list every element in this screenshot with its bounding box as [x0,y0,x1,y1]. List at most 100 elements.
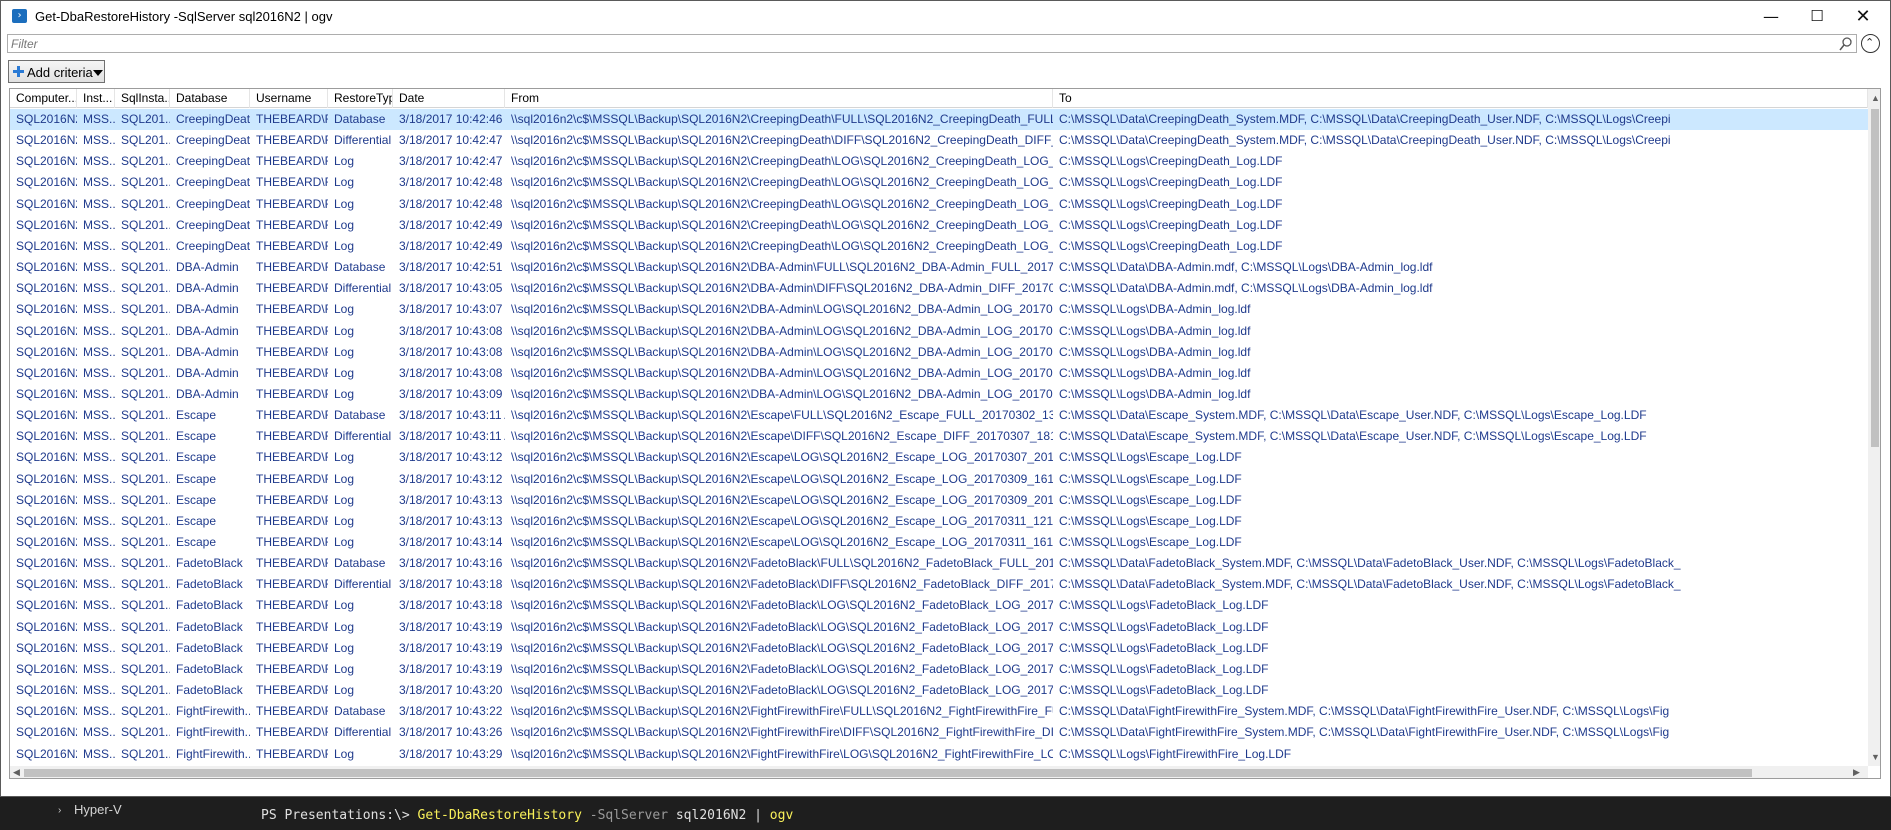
scroll-up-icon[interactable]: ▲ [1871,93,1880,103]
cell-from: \\sql2016n2\c$\MSSQL\Backup\SQL2016N2\DB… [511,344,1053,359]
table-row[interactable]: SQL2016N2 MSS... SQL201... CreepingDeath THE… [10,130,1868,151]
cell-username: THEBEARD\Rob [256,133,328,148]
cell-sqlinstance: SQL201... [121,598,170,613]
column-header-instance[interactable]: Inst... [77,89,115,108]
table-row[interactable]: SQL2016N2 MSS... SQL201... FadetoBlack THEBE… [10,553,1868,574]
cell-date: 3/18/2017 10:43:08 AM [399,323,505,338]
search-icon[interactable] [1838,36,1854,52]
cell-sqlinstance: SQL201... [121,175,170,190]
console-command-line: PS Presentations:\> Get-DbaRestoreHistor… [261,808,793,823]
table-row[interactable]: SQL2016N2 MSS... SQL201... Escape THEBEARD\R… [10,405,1868,426]
cell-to: C:\MSSQL\Logs\FadetoBlack_Log.LDF [1059,619,1269,634]
column-header-sqlinstance[interactable]: SqlInsta... [115,89,170,108]
table-row[interactable]: SQL2016N2 MSS... SQL201... Escape THEBEARD\R… [10,490,1868,511]
add-criteria-button[interactable]: Add criteria [8,60,105,83]
table-row[interactable]: SQL2016N2 MSS... SQL201... FightFirewith...… [10,701,1868,722]
table-row[interactable]: SQL2016N2 MSS... SQL201... DBA-Admin THEBEAR… [10,363,1868,384]
table-row[interactable]: SQL2016N2 MSS... SQL201... Escape THEBEARD\R… [10,469,1868,490]
table-row[interactable]: SQL2016N2 MSS... SQL201... CreepingDeath THE… [10,172,1868,193]
console-param: -SqlServer [589,808,669,823]
console-prompt: PS Presentations:\> [261,808,410,823]
table-row[interactable]: SQL2016N2 MSS... SQL201... DBA-Admin THEBEAR… [10,384,1868,405]
cell-computer: SQL2016N2 [16,365,77,380]
table-row[interactable]: SQL2016N2 MSS... SQL201... FadetoBlack THEBE… [10,659,1868,680]
table-row[interactable]: SQL2016N2 MSS... SQL201... DBA-Admin THEBEAR… [10,257,1868,278]
cell-from: \\sql2016n2\c$\MSSQL\Backup\SQL2016N2\Es… [511,535,1053,549]
cell-instance: MSS... [83,408,115,423]
table-row[interactable]: SQL2016N2 MSS... SQL201... FadetoBlack THEBE… [10,680,1868,701]
cell-from: \\sql2016n2\c$\MSSQL\Backup\SQL2016N2\Fi… [511,725,1053,740]
cell-username: THEBEARD\Rob [256,513,328,528]
cell-username: THEBEARD\Rob [256,598,328,613]
table-row[interactable]: SQL2016N2 MSS... SQL201... Escape THEBEARD\R… [10,426,1868,447]
table-row[interactable]: SQL2016N2 MSS... SQL201... Escape THEBEARD\R… [10,511,1868,532]
table-row[interactable]: SQL2016N2 MSS... SQL201... CreepingDeath THE… [10,215,1868,236]
column-header-from[interactable]: From [505,89,1053,108]
cell-computer: SQL2016N2 [16,535,77,549]
table-row[interactable]: SQL2016N2 MSS... SQL201... CreepingDeath THE… [10,109,1868,130]
cell-database: CreepingDeath [176,196,250,211]
column-header-to[interactable]: To [1053,89,1868,108]
cell-from: \\sql2016n2\c$\MSSQL\Backup\SQL2016N2\Fa… [511,619,1053,634]
cell-from: \\sql2016n2\c$\MSSQL\Backup\SQL2016N2\Fa… [511,640,1053,655]
horizontal-scrollbar[interactable]: ◀ ▶ [10,766,1868,778]
cell-sqlinstance: SQL201... [121,302,170,317]
cell-sqlinstance: SQL201... [121,746,170,761]
table-row[interactable]: SQL2016N2 MSS... SQL201... DBA-Admin THEBEAR… [10,321,1868,342]
cell-date: 3/18/2017 10:42:47 AM [399,133,505,148]
maximize-button[interactable]: ☐ [1794,1,1840,32]
cell-restoretype: Log [334,746,355,761]
cell-to: C:\MSSQL\Logs\DBA-Admin_log.ldf [1059,302,1251,317]
column-header-date[interactable]: Date [393,89,505,108]
table-row[interactable]: SQL2016N2 MSS... SQL201... CreepingDeath THE… [10,194,1868,215]
column-header-restoretype[interactable]: RestoreType [328,89,393,108]
vertical-scrollbar[interactable]: ▲ ▼ [1868,89,1880,766]
cell-instance: MSS... [83,556,115,571]
cell-from: \\sql2016n2\c$\MSSQL\Backup\SQL2016N2\Cr… [511,217,1053,232]
cell-instance: MSS... [83,365,115,380]
cell-sqlinstance: SQL201... [121,386,170,401]
cell-instance: MSS... [83,281,115,296]
table-row[interactable]: SQL2016N2 MSS... SQL201... FadetoBlack THEBE… [10,574,1868,595]
cell-from: \\sql2016n2\c$\MSSQL\Backup\SQL2016N2\Cr… [511,175,1053,190]
table-row[interactable]: SQL2016N2 MSS... SQL201... FadetoBlack THEBE… [10,595,1868,616]
cell-computer: SQL2016N2 [16,492,77,507]
cell-database: Escape [176,492,217,507]
column-header-database[interactable]: Database [170,89,250,108]
cell-instance: MSS... [83,344,115,359]
table-row[interactable]: SQL2016N2 MSS... SQL201... Escape THEBEARD\R… [10,447,1868,468]
table-row[interactable]: SQL2016N2 MSS... SQL201... DBA-Admin THEBEAR… [10,278,1868,299]
table-row[interactable]: SQL2016N2 MSS... SQL201... Escape THEBEARD\R… [10,532,1868,553]
cell-from: \\sql2016n2\c$\MSSQL\Backup\SQL2016N2\Es… [511,429,1053,444]
column-header-username[interactable]: Username [250,89,328,108]
collapse-criteria-button[interactable]: ⌃ [1861,34,1880,53]
table-row[interactable]: SQL2016N2 MSS... SQL201... DBA-Admin THEBEAR… [10,342,1868,363]
cell-to: C:\MSSQL\Logs\CreepingDeath_Log.LDF [1059,196,1283,211]
title-bar[interactable]: › Get-DbaRestoreHistory -SqlServer sql20… [1,1,1890,32]
cell-instance: MSS... [83,238,115,253]
table-row[interactable]: SQL2016N2 MSS... SQL201... FadetoBlack THEBE… [10,617,1868,638]
cell-database: Escape [176,535,217,549]
tree-expand-icon[interactable]: › [58,805,61,816]
table-row[interactable]: SQL2016N2 MSS... SQL201... FightFirewith...… [10,744,1868,765]
cell-instance: MSS... [83,683,115,698]
column-header-computer[interactable]: Computer... [10,89,77,108]
close-button[interactable]: ✕ [1840,1,1886,32]
table-row[interactable]: SQL2016N2 MSS... SQL201... CreepingDeath THE… [10,236,1868,257]
vertical-scroll-thumb[interactable] [1871,109,1879,447]
cell-instance: MSS... [83,513,115,528]
scroll-right-icon[interactable]: ▶ [1853,767,1860,778]
scroll-left-icon[interactable]: ◀ [13,767,20,778]
horizontal-scroll-thumb[interactable] [24,769,1752,777]
tree-item-hyperv[interactable]: Hyper-V [74,802,122,817]
scroll-down-icon[interactable]: ▼ [1871,752,1880,762]
table-row[interactable]: SQL2016N2 MSS... SQL201... FightFirewith...… [10,722,1868,743]
cell-from: \\sql2016n2\c$\MSSQL\Backup\SQL2016N2\Es… [511,408,1053,423]
table-row[interactable]: SQL2016N2 MSS... SQL201... DBA-Admin THEBEAR… [10,299,1868,320]
table-row[interactable]: SQL2016N2 MSS... SQL201... CreepingDeath THE… [10,151,1868,172]
filter-input[interactable] [8,35,1834,52]
cell-date: 3/18/2017 10:43:18 AM [399,598,505,613]
minimize-button[interactable]: — [1748,1,1794,32]
table-row[interactable]: SQL2016N2 MSS... SQL201... FadetoBlack THEBE… [10,638,1868,659]
cell-to: C:\MSSQL\Logs\DBA-Admin_log.ldf [1059,386,1251,401]
